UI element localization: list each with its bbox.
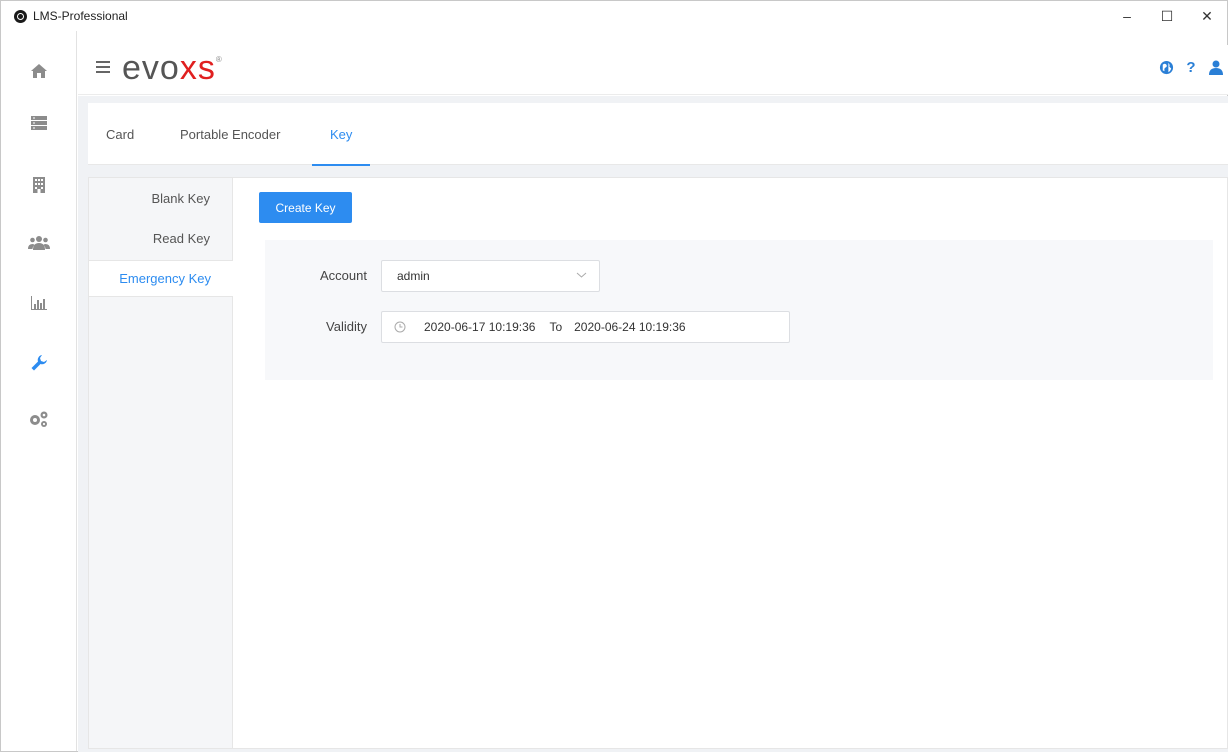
validity-end[interactable]: 2020-06-24 10:19:36 [574,320,685,334]
key-submenu: Blank Key Read Key Emergency Key [89,178,233,748]
gears-icon [30,411,48,427]
submenu-item-blank-key[interactable]: Blank Key [89,180,232,217]
app-window: LMS-Professional – ☐ ✕ evoxs® ? Card Por… [0,0,1228,752]
maximize-button[interactable]: ☐ [1147,1,1187,31]
window-title: LMS-Professional [33,9,128,23]
chevron-down-icon [576,272,587,278]
rail-item-home[interactable] [1,43,77,99]
globe-icon[interactable] [1158,59,1174,75]
brand-main: evo [122,49,180,87]
building-icon [33,177,45,193]
submenu-item-emergency-key[interactable]: Emergency Key [89,260,233,297]
tab-key[interactable]: Key [312,103,371,166]
rail-item-users[interactable] [1,215,77,271]
server-icon [31,116,47,130]
users-icon [28,236,50,250]
validity-to-separator: To [549,320,563,334]
minimize-button[interactable]: – [1107,1,1147,31]
rail-item-reports[interactable] [1,275,77,331]
brand-mark: ® [215,55,223,64]
home-icon [31,64,47,78]
tab-portable-encoder[interactable]: Portable Encoder [180,103,280,165]
validity-start[interactable]: 2020-06-17 10:19:36 [424,320,535,334]
submenu-item-read-key[interactable]: Read Key [89,220,232,257]
tab-key-label: Key [330,126,353,142]
window-controls: – ☐ ✕ [1107,1,1227,31]
close-button[interactable]: ✕ [1187,1,1227,31]
tab-card[interactable]: Card [106,103,134,165]
title-bar: LMS-Professional – ☐ ✕ [1,1,1227,31]
nav-rail [1,31,77,751]
rail-item-building[interactable] [1,157,77,213]
bar-chart-icon [31,296,47,310]
key-panel: Blank Key Read Key Emergency Key Create … [88,177,1228,749]
tab-bar: Card Portable Encoder Key [88,103,1228,166]
brand-logo: evoxs® [122,49,223,88]
create-key-button[interactable]: Create Key [259,192,352,223]
app-header: evoxs® ? [78,45,1228,95]
app-logo-icon [14,9,27,23]
account-value: admin [397,269,430,283]
brand-accent: xs [179,49,216,87]
clock-icon [394,321,406,333]
emergency-key-form: Account admin Validity 2020-06-17 10:19:… [265,240,1213,380]
rail-item-servers[interactable] [1,95,77,151]
menu-toggle-icon[interactable] [96,61,110,73]
account-label: Account [320,268,367,283]
account-select[interactable]: admin [381,260,600,292]
validity-label: Validity [326,319,367,334]
rail-item-settings[interactable] [1,391,77,447]
rail-item-tools[interactable] [1,335,77,391]
help-icon[interactable]: ? [1183,59,1199,76]
wrench-icon [31,355,47,371]
header-actions: ? [1158,59,1228,76]
user-icon[interactable] [1208,59,1224,75]
validity-range-picker[interactable]: 2020-06-17 10:19:36 To 2020-06-24 10:19:… [381,311,790,343]
